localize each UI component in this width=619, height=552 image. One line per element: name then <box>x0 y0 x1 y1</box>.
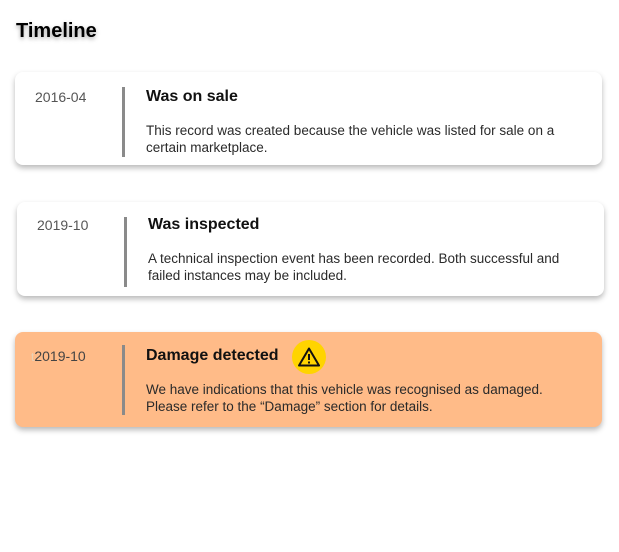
timeline-item-inspected: 2019-10 Was inspected A technical inspec… <box>17 202 604 296</box>
timeline-divider <box>122 87 125 157</box>
timeline-heading: Damage detected <box>146 347 279 365</box>
timeline-date: t2019-10 <box>31 348 86 364</box>
page-title: Timeline <box>16 20 97 42</box>
timeline-heading-text: Damage detected <box>146 347 279 364</box>
timeline-date: 2016-04 <box>35 89 87 105</box>
timeline-heading: Was inspected <box>148 216 260 233</box>
timeline-description: This record was created because the vehi… <box>146 123 555 155</box>
timeline-date-value: 2019-10 <box>34 348 86 364</box>
timeline-heading: Was on sale <box>146 88 238 105</box>
timeline-divider <box>124 217 127 287</box>
timeline-date: 2019-10 <box>37 217 89 233</box>
timeline-item-on-sale: 2016-04 Was on sale This record was crea… <box>15 72 602 165</box>
timeline-description: A technical inspection event has been re… <box>148 251 560 283</box>
timeline-description: We have indications that this vehicle wa… <box>146 382 543 414</box>
timeline-divider <box>122 345 125 415</box>
timeline-item-damage: t2019-10 Damage detected We have indicat… <box>15 332 602 427</box>
warning-icon <box>292 340 326 374</box>
